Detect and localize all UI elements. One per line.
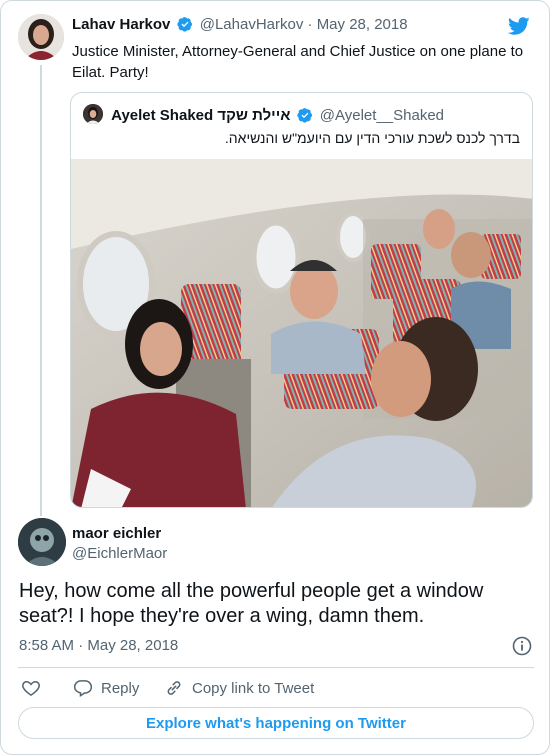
- tweet-text: Justice Minister, Attorney-General and C…: [72, 43, 524, 81]
- reply-label: Reply: [101, 679, 140, 697]
- tweet-header: Lahav Harkov @LahavHarkov · May 28, 2018: [72, 16, 408, 33]
- heart-icon: [22, 680, 40, 696]
- reply-author-avatar[interactable]: [18, 518, 66, 566]
- reply-author-handle[interactable]: @EichlerMaor: [72, 545, 167, 562]
- quoted-tweet[interactable]: איילת שקד Ayelet Shaked @Ayelet__Shaked …: [70, 92, 533, 508]
- link-icon: [167, 681, 181, 695]
- header-separator: ·: [307, 16, 313, 33]
- quoted-author-handle: @Ayelet__Shaked: [319, 107, 445, 124]
- author-name[interactable]: Lahav Harkov: [72, 16, 170, 33]
- author-avatar[interactable]: [18, 14, 64, 60]
- copy-link-button[interactable]: Copy link to Tweet: [164, 677, 314, 699]
- verified-badge-icon: [176, 17, 192, 32]
- like-button[interactable]: [21, 677, 49, 699]
- reply-bubble-icon: [73, 680, 93, 698]
- twitter-bird-icon[interactable]: [507, 15, 531, 37]
- thread-connector-line: [40, 65, 42, 516]
- reply-button[interactable]: Reply: [73, 677, 139, 699]
- actions-divider: [18, 667, 534, 668]
- reply-timestamp[interactable]: 8:58 AM · May 28, 2018: [19, 637, 178, 654]
- quoted-tweet-text: בדרך לכנס לשכת עורכי הדין עם היועמ"ש והנ…: [224, 130, 520, 146]
- airplane-cabin-photo[interactable]: [71, 159, 533, 508]
- embedded-tweet-card: Lahav Harkov @LahavHarkov · May 28, 2018…: [0, 0, 550, 755]
- author-handle[interactable]: @LahavHarkov: [200, 16, 304, 33]
- verified-badge-icon: [297, 108, 312, 123]
- explore-twitter-button[interactable]: Explore what's happening on Twitter: [18, 707, 534, 739]
- quoted-tweet-header: איילת שקד Ayelet Shaked @Ayelet__Shaked: [83, 104, 444, 124]
- reply-author-name[interactable]: maor eichler: [72, 525, 161, 542]
- copy-link-label: Copy link to Tweet: [192, 679, 315, 697]
- tweet-date[interactable]: May 28, 2018: [317, 16, 408, 33]
- info-icon[interactable]: [512, 636, 532, 656]
- quoted-author-name: איילת שקד Ayelet Shaked: [111, 107, 291, 124]
- quoted-author-avatar: [83, 104, 103, 124]
- reply-tweet-text: Hey, how come all the powerful people ge…: [19, 580, 484, 627]
